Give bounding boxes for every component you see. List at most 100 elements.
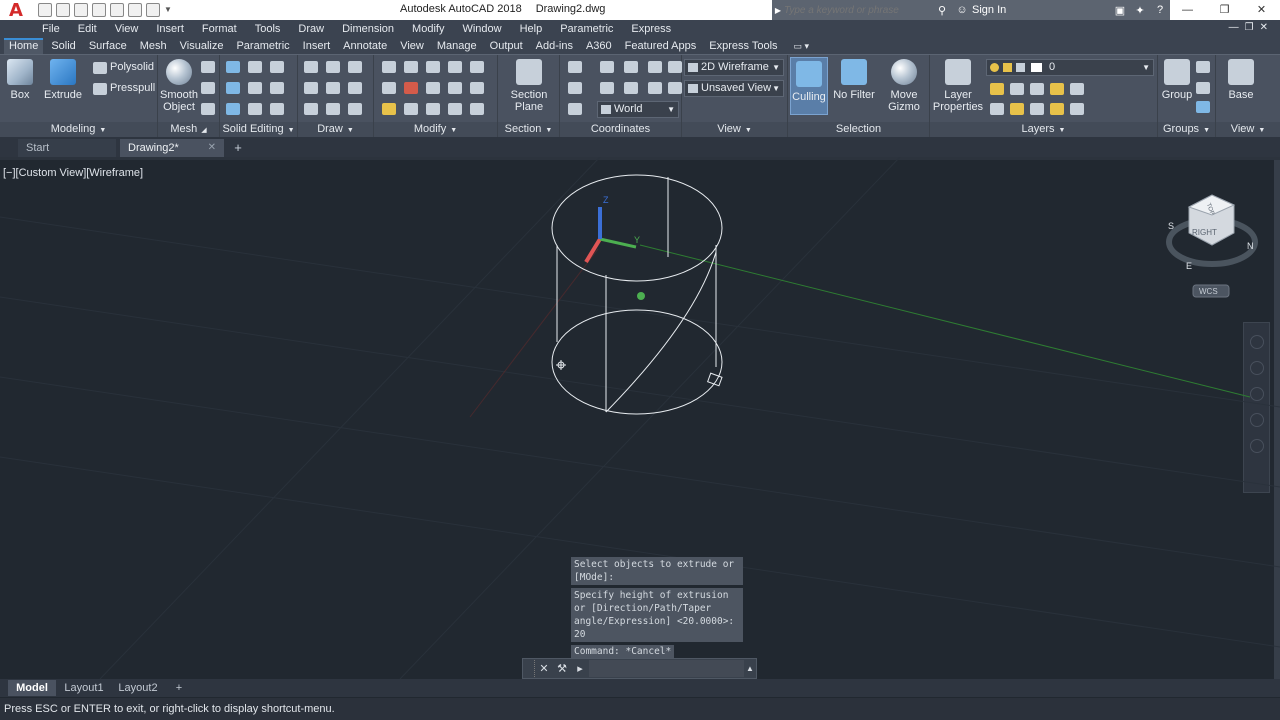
mirror-icon[interactable]: [470, 61, 484, 73]
tab-start[interactable]: Start: [18, 139, 116, 157]
tab-parametric[interactable]: Parametric: [231, 38, 294, 54]
union-icon[interactable]: [226, 61, 240, 73]
trim-icon[interactable]: [426, 61, 440, 73]
binoculars-icon[interactable]: ⚲: [932, 4, 952, 17]
join-icon[interactable]: [426, 103, 440, 115]
viewcube[interactable]: RIGHT TOP S E N WCS: [1166, 194, 1258, 298]
layer-tool-icon[interactable]: [990, 83, 1004, 95]
close-icon[interactable]: ✕: [535, 662, 553, 675]
arc-icon[interactable]: [348, 61, 362, 73]
layer-tool-icon[interactable]: [1010, 103, 1024, 115]
box-button[interactable]: Box: [6, 59, 34, 101]
panel-label-mesh[interactable]: Mesh ◢: [158, 122, 219, 137]
layer-tool-icon[interactable]: [990, 103, 1004, 115]
group-tool-icon[interactable]: [1196, 61, 1210, 73]
smooth-object-button[interactable]: Smooth Object: [160, 59, 198, 113]
named-view-dropdown[interactable]: Unsaved View ▼: [684, 80, 784, 97]
layer-tool-icon[interactable]: [1070, 83, 1084, 95]
menu-window[interactable]: Window: [462, 23, 501, 35]
wcs-label[interactable]: WCS: [1199, 287, 1218, 296]
close-icon[interactable]: ✕: [208, 139, 216, 157]
explode-icon[interactable]: [404, 82, 418, 94]
ucs-icon[interactable]: [624, 61, 638, 73]
array-icon[interactable]: [404, 103, 418, 115]
tab-mesh[interactable]: Mesh: [135, 38, 172, 54]
ucs-icon[interactable]: [600, 61, 614, 73]
ucs-icon[interactable]: [568, 103, 582, 115]
stretch-icon[interactable]: [448, 82, 462, 94]
tab-a360[interactable]: A360: [581, 38, 617, 54]
tab-visualize[interactable]: Visualize: [175, 38, 229, 54]
group-select-icon[interactable]: [1196, 101, 1210, 113]
maximize-icon[interactable]: ❐: [1206, 0, 1243, 20]
help-icon[interactable]: ?: [1150, 4, 1170, 16]
tab-home[interactable]: Home: [4, 38, 44, 54]
fillet-icon[interactable]: [382, 82, 396, 94]
ucs-icon[interactable]: [568, 82, 582, 94]
viewcube-right-label[interactable]: RIGHT: [1192, 228, 1217, 237]
layer-tool-icon[interactable]: [1030, 103, 1044, 115]
add-layout-icon[interactable]: +: [170, 680, 188, 696]
panel-label-groups[interactable]: Groups ▼: [1158, 122, 1215, 137]
panel-label-draw[interactable]: Draw ▼: [298, 122, 373, 137]
erase-icon[interactable]: [382, 103, 396, 115]
command-history-toggle-icon[interactable]: ▲: [744, 664, 756, 673]
tab-insert[interactable]: Insert: [298, 38, 336, 54]
gizmo-center[interactable]: [637, 292, 645, 300]
ucs-icon[interactable]: [668, 61, 682, 73]
panel-label-section[interactable]: Section ▼: [498, 122, 559, 137]
search-input[interactable]: [784, 2, 930, 18]
minimize-icon[interactable]: —: [1169, 0, 1206, 20]
new-icon[interactable]: [38, 3, 52, 17]
tab-view[interactable]: View: [395, 38, 429, 54]
close-icon[interactable]: ✕: [1243, 0, 1280, 20]
new-tab-icon[interactable]: +: [230, 140, 246, 155]
tab-express-tools[interactable]: Express Tools: [704, 38, 782, 54]
tab-layout2[interactable]: Layout2: [114, 680, 162, 696]
document-window-controls[interactable]: —❐✕: [1229, 22, 1274, 33]
menu-dimension[interactable]: Dimension: [342, 23, 394, 35]
extrude-button[interactable]: Extrude: [44, 59, 82, 101]
copy-icon[interactable]: [448, 61, 462, 73]
group-tool-icon[interactable]: [1196, 82, 1210, 94]
ellipse-icon[interactable]: [348, 103, 362, 115]
tab-manage[interactable]: Manage: [432, 38, 482, 54]
layer-dropdown[interactable]: 0 ▼: [986, 59, 1154, 76]
print-icon[interactable]: [110, 3, 124, 17]
panel-label-modify[interactable]: Modify ▼: [374, 122, 497, 137]
polysolid-button[interactable]: Polysolid: [110, 61, 154, 73]
panel-label-layers[interactable]: Layers ▼: [930, 122, 1157, 137]
layer-tool-icon[interactable]: [1030, 83, 1044, 95]
tab-output[interactable]: Output: [485, 38, 528, 54]
tab-annotate[interactable]: Annotate: [338, 38, 392, 54]
tab-model[interactable]: Model: [8, 680, 56, 696]
command-input[interactable]: [589, 660, 744, 677]
layer-tool-icon[interactable]: [1070, 103, 1084, 115]
compass-s[interactable]: S: [1168, 221, 1174, 231]
group-button[interactable]: Group: [1160, 59, 1194, 101]
solid-edit-icon[interactable]: [248, 61, 262, 73]
ucs-dropdown[interactable]: World ▼: [597, 101, 679, 118]
panel-label-modeling[interactable]: Modeling ▼: [0, 122, 157, 137]
panel-label-view[interactable]: View ▼: [682, 122, 787, 137]
cart-icon[interactable]: ▣: [1110, 4, 1130, 17]
base-button[interactable]: Base: [1226, 59, 1256, 101]
mesh-tool-icon[interactable]: [201, 103, 215, 115]
mesh-tool-icon[interactable]: [201, 82, 215, 94]
menu-edit[interactable]: Edit: [78, 23, 97, 35]
ucs-icon[interactable]: [600, 82, 614, 94]
ucs-icon[interactable]: [568, 61, 582, 73]
menu-modify[interactable]: Modify: [412, 23, 444, 35]
menu-tools[interactable]: Tools: [255, 23, 281, 35]
ucs-icon[interactable]: [648, 61, 662, 73]
break-icon[interactable]: [470, 103, 484, 115]
mesh-tool-icon[interactable]: [201, 61, 215, 73]
solid-edit-icon[interactable]: [270, 103, 284, 115]
exchange-icon[interactable]: ✦: [1130, 4, 1150, 17]
intersect-icon[interactable]: [226, 103, 240, 115]
no-filter-button[interactable]: No Filter: [832, 59, 876, 101]
autocad-logo-icon[interactable]: A: [0, 0, 32, 21]
ucs-icon[interactable]: [668, 82, 682, 94]
tab-drawing2[interactable]: Drawing2* ✕: [120, 139, 224, 157]
spline-icon[interactable]: [304, 82, 318, 94]
